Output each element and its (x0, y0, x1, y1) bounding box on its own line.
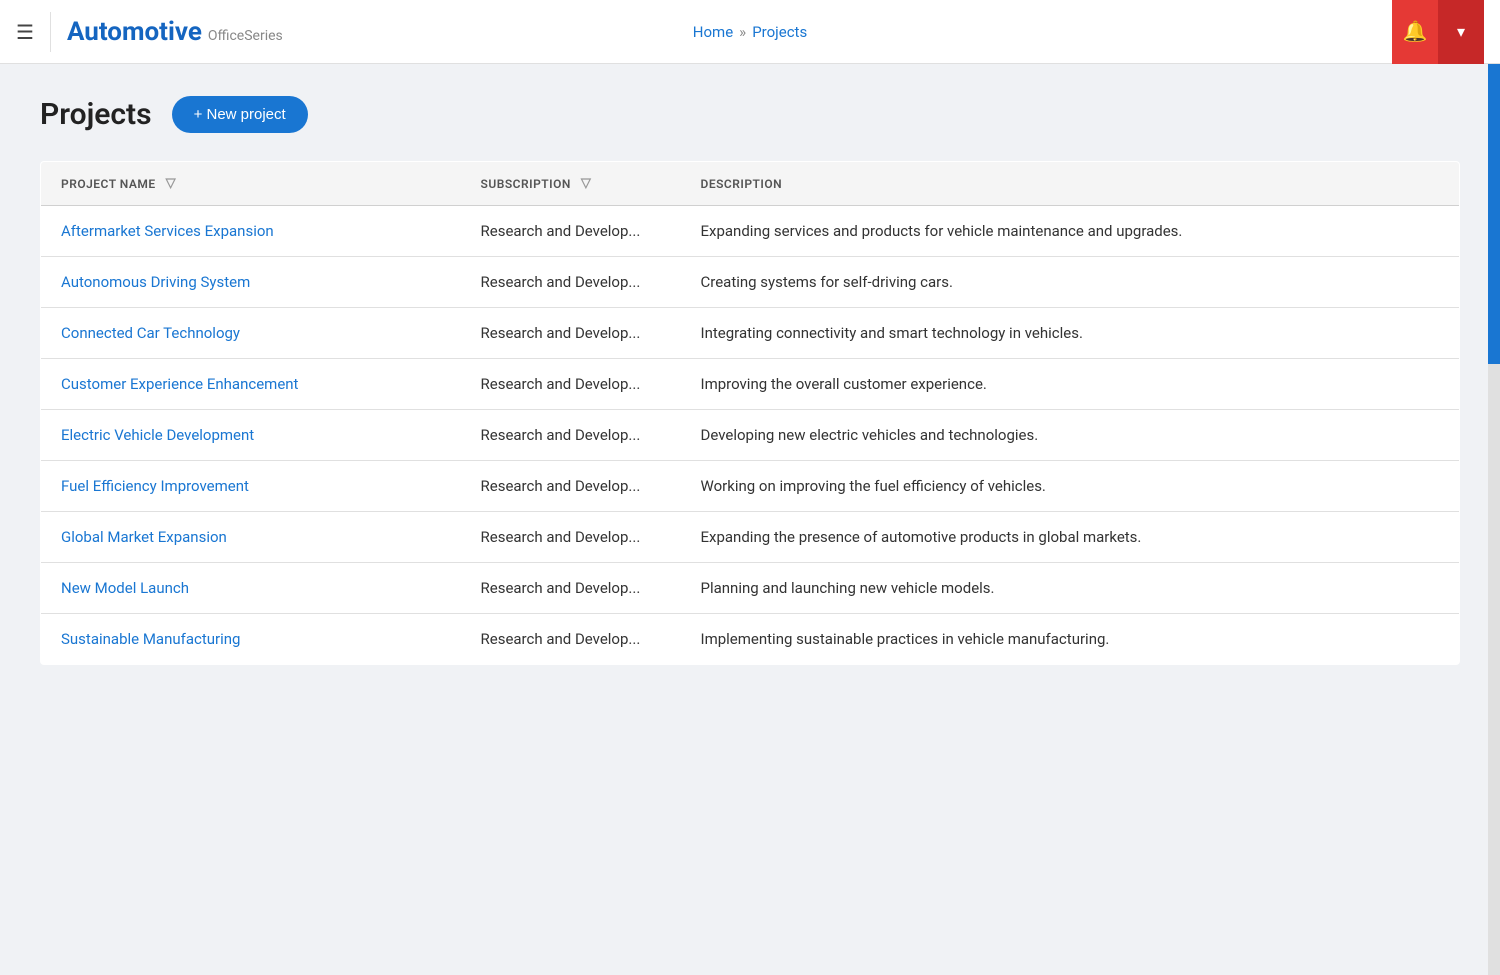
col-subscription-label: SUBSCRIPTION (481, 177, 571, 191)
table-row: Electric Vehicle Development Research and… (41, 410, 1460, 461)
header: ☰ Automotive OfficeSeries Home » Project… (0, 0, 1500, 64)
breadcrumb: Home » Projects (693, 23, 807, 41)
description-cell: Developing new electric vehicles and tec… (681, 410, 1460, 461)
chevron-down-icon: ▾ (1457, 22, 1465, 42)
page-title-row: Projects + New project (40, 96, 1460, 133)
project-name-link[interactable]: New Model Launch (61, 579, 189, 597)
table-row: Autonomous Driving System Research and De… (41, 257, 1460, 308)
project-name-link[interactable]: Autonomous Driving System (61, 273, 250, 291)
new-project-button[interactable]: + New project (172, 96, 308, 133)
description-cell: Planning and launching new vehicle model… (681, 563, 1460, 614)
project-name-link[interactable]: Electric Vehicle Development (61, 426, 254, 444)
project-name-filter-icon[interactable]: ▽ (166, 176, 177, 191)
bell-icon: 🔔 (1403, 19, 1428, 44)
header-logo: Automotive OfficeSeries (67, 17, 283, 47)
subscription-cell: Research and Develop... (461, 206, 681, 257)
col-description-header: DESCRIPTION (681, 162, 1460, 206)
description-cell: Integrating connectivity and smart techn… (681, 308, 1460, 359)
header-actions: 🔔 ▾ (1392, 0, 1484, 64)
subscription-cell: Research and Develop... (461, 257, 681, 308)
notifications-button[interactable]: 🔔 (1392, 0, 1438, 64)
subscription-cell: Research and Develop... (461, 512, 681, 563)
subscription-cell: Research and Develop... (461, 614, 681, 665)
description-cell: Expanding the presence of automotive pro… (681, 512, 1460, 563)
subscription-cell: Research and Develop... (461, 461, 681, 512)
nav-home-link[interactable]: Home (693, 23, 733, 41)
col-description-label: DESCRIPTION (701, 177, 783, 191)
project-name-link[interactable]: Fuel Efficiency Improvement (61, 477, 249, 495)
table-row: Fuel Efficiency Improvement Research and … (41, 461, 1460, 512)
table-row: Customer Experience Enhancement Research … (41, 359, 1460, 410)
description-cell: Improving the overall customer experienc… (681, 359, 1460, 410)
project-name-link[interactable]: Customer Experience Enhancement (61, 375, 298, 393)
page-title: Projects (40, 97, 152, 132)
logo-sub: OfficeSeries (208, 28, 283, 44)
projects-table: PROJECT NAME ▽ SUBSCRIPTION ▽ DESCRIPTIO… (40, 161, 1460, 665)
subscription-filter-icon[interactable]: ▽ (581, 176, 592, 191)
main-content: Projects + New project PROJECT NAME ▽ SU… (0, 64, 1500, 697)
description-cell: Creating systems for self-driving cars. (681, 257, 1460, 308)
nav-separator: » (739, 23, 746, 41)
subscription-cell: Research and Develop... (461, 410, 681, 461)
subscription-cell: Research and Develop... (461, 563, 681, 614)
project-name-link[interactable]: Global Market Expansion (61, 528, 227, 546)
table-row: Connected Car Technology Research and Dev… (41, 308, 1460, 359)
table-row: Global Market Expansion Research and Deve… (41, 512, 1460, 563)
project-name-link[interactable]: Connected Car Technology (61, 324, 240, 342)
col-project-name-label: PROJECT NAME (61, 177, 156, 191)
user-dropdown-button[interactable]: ▾ (1438, 0, 1484, 64)
col-subscription-header: SUBSCRIPTION ▽ (461, 162, 681, 206)
description-cell: Working on improving the fuel efficiency… (681, 461, 1460, 512)
table-row: Aftermarket Services Expansion Research a… (41, 206, 1460, 257)
col-project-name-header: PROJECT NAME ▽ (41, 162, 461, 206)
table-header-row: PROJECT NAME ▽ SUBSCRIPTION ▽ DESCRIPTIO… (41, 162, 1460, 206)
project-name-link[interactable]: Aftermarket Services Expansion (61, 222, 274, 240)
description-cell: Implementing sustainable practices in ve… (681, 614, 1460, 665)
nav-current[interactable]: Projects (752, 23, 807, 41)
subscription-cell: Research and Develop... (461, 359, 681, 410)
table-row: Sustainable Manufacturing Research and De… (41, 614, 1460, 665)
table-row: New Model Launch Research and Develop...P… (41, 563, 1460, 614)
description-cell: Expanding services and products for vehi… (681, 206, 1460, 257)
header-divider (50, 12, 51, 52)
subscription-cell: Research and Develop... (461, 308, 681, 359)
logo-main: Automotive (67, 17, 202, 47)
menu-icon[interactable]: ☰ (16, 20, 34, 44)
project-name-link[interactable]: Sustainable Manufacturing (61, 630, 240, 648)
